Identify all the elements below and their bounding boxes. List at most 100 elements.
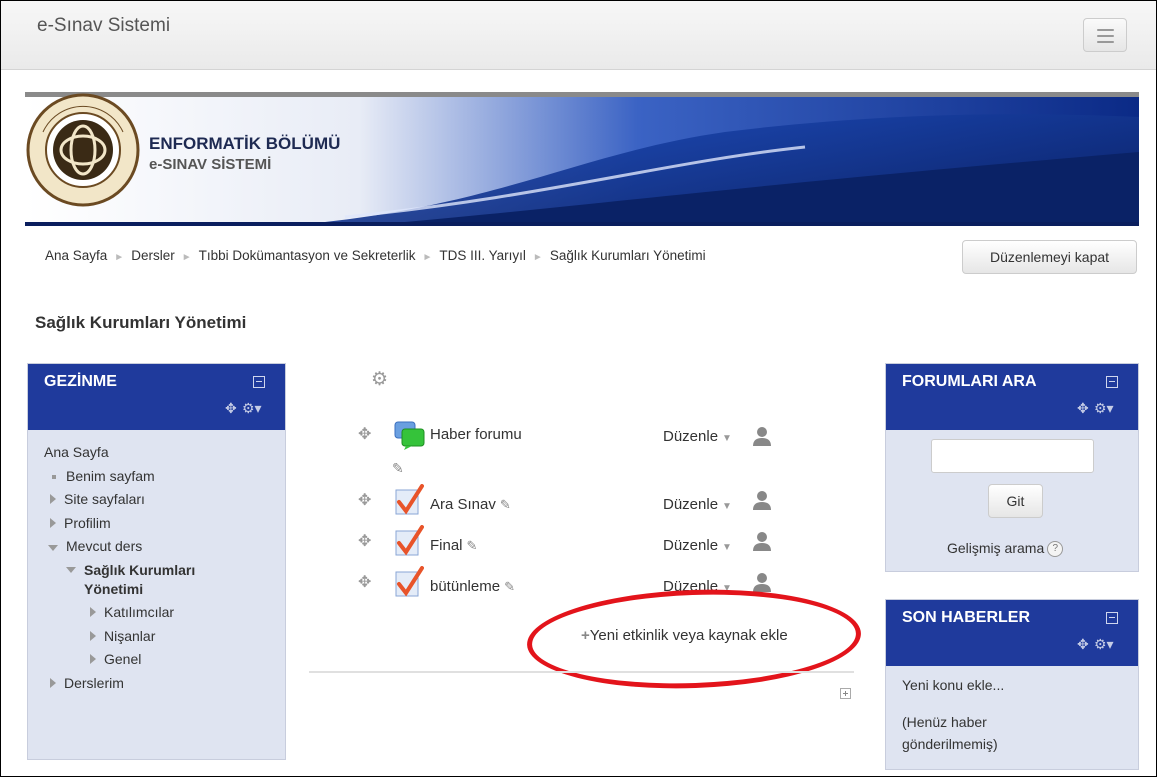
caret-down-icon: ▼ (722, 501, 732, 512)
activity-link[interactable]: bütünleme ✎ (430, 578, 515, 595)
nav-item-my-page[interactable]: Benim sayfam (44, 465, 224, 489)
forum-search-block-header: FORUMLARI ARA ✥ ⚙▾ (886, 364, 1138, 430)
block-settings-gear-icon[interactable]: ⚙▾ (242, 400, 262, 417)
breadcrumb-item[interactable]: Ana Sayfa (45, 248, 107, 263)
collapse-block-icon[interactable] (253, 376, 265, 388)
advanced-search-link[interactable]: Gelişmiş arama? (947, 540, 1064, 558)
help-question-icon[interactable]: ? (1047, 541, 1064, 558)
nav-item-site-pages[interactable]: Site sayfaları (44, 488, 224, 512)
edit-menu-label: Düzenle (663, 496, 719, 513)
forum-search-block-title: FORUMLARI ARA (902, 373, 1037, 390)
move-block-icon[interactable]: ✥ (1077, 636, 1089, 653)
quiz-checkmark-icon (395, 525, 424, 556)
hamburger-line (1097, 35, 1114, 37)
nav-item-general[interactable]: Genel (44, 648, 224, 672)
block-settings-gear-icon[interactable]: ⚙▾ (1094, 636, 1114, 653)
activity-name: Ara Sınav (430, 496, 496, 513)
nav-item-profile[interactable]: Profilim (44, 512, 224, 536)
caret-down-icon: ▼ (722, 433, 732, 444)
move-activity-icon[interactable]: ✥ (358, 424, 371, 444)
nav-item-course[interactable]: Sağlık Kurumları Yönetimi (44, 561, 224, 599)
nav-item-participants[interactable]: Katılımcılar (44, 601, 224, 625)
navigation-block-title: GEZİNME (44, 373, 117, 390)
menu-toggle-button[interactable] (1083, 18, 1127, 52)
hamburger-line (1097, 41, 1114, 43)
nav-item-label: Genel (104, 651, 142, 668)
edit-menu-label: Düzenle (663, 428, 719, 445)
breadcrumb-separator-icon: ► (181, 252, 192, 263)
nav-item-badges[interactable]: Nişanlar (44, 625, 224, 649)
breadcrumb-item[interactable]: Tıbbi Dokümantasyon ve Sekreterlik (199, 248, 416, 263)
breadcrumb-item[interactable]: TDS III. Yarıyıl (439, 248, 526, 263)
move-activity-icon[interactable]: ✥ (358, 572, 371, 592)
forum-search-block: FORUMLARI ARA ✥ ⚙▾ Git Gelişmiş arama? (885, 363, 1139, 572)
page-title: Sağlık Kurumları Yönetimi (35, 313, 247, 332)
expand-arrow-icon (50, 517, 56, 528)
search-go-button[interactable]: Git (988, 484, 1043, 518)
edit-title-pencil-icon[interactable]: ✎ (392, 460, 404, 477)
activity-link[interactable]: Haber forumu (430, 426, 522, 443)
activity-link[interactable]: Ara Sınav ✎ (430, 496, 511, 513)
nav-item-home[interactable]: Ana Sayfa (44, 441, 224, 465)
collapse-block-icon[interactable] (1106, 376, 1118, 388)
nav-item-current-course[interactable]: Mevcut ders (44, 535, 224, 559)
nav-item-label: Nişanlar (104, 627, 156, 644)
edit-title-pencil-icon[interactable]: ✎ (467, 538, 478, 553)
nav-item-label: Profilim (64, 514, 111, 531)
edit-title-pencil-icon[interactable]: ✎ (500, 497, 511, 512)
group-mode-person-icon[interactable] (751, 490, 773, 510)
nav-item-label: Mevcut ders (66, 538, 143, 555)
activity-name: bütünleme (430, 578, 501, 595)
edit-menu[interactable]: Düzenle ▼ (663, 537, 732, 554)
latest-news-block: SON HABERLER ✥ ⚙▾ Yeni konu ekle... (Hen… (885, 599, 1139, 770)
activity-link[interactable]: Final ✎ (430, 537, 477, 554)
breadcrumb-item[interactable]: Dersler (131, 248, 175, 263)
collapse-block-icon[interactable] (1106, 612, 1118, 624)
nav-item-label: Ana Sayfa (44, 444, 109, 460)
nav-item-my-courses[interactable]: Derslerim (44, 672, 224, 696)
group-mode-person-icon[interactable] (751, 572, 773, 592)
group-mode-person-icon[interactable] (751, 531, 773, 551)
section-settings-gear-icon[interactable]: ⚙ (371, 368, 388, 391)
caret-down-icon: ▼ (722, 542, 732, 553)
breadcrumb-separator-icon: ► (114, 252, 125, 263)
highlight-annotation-ellipse (525, 584, 863, 694)
navigation-block-header: GEZİNME ✥ ⚙▾ (28, 364, 285, 430)
edit-menu[interactable]: Düzenle ▼ (663, 428, 732, 445)
banner-org-name: ENFORMATİK BÖLÜMÜ (149, 134, 341, 153)
no-news-message: (Henüz haber gönderilmemiş) (902, 714, 998, 752)
edit-menu-label: Düzenle (663, 537, 719, 554)
turn-editing-off-button[interactable]: Düzenlemeyi kapat (962, 240, 1137, 274)
move-block-icon[interactable]: ✥ (1077, 400, 1089, 417)
advanced-search-label: Gelişmiş arama (947, 540, 1045, 556)
breadcrumb-item[interactable]: Sağlık Kurumları Yönetimi (550, 248, 706, 263)
nav-item-label: Benim sayfam (66, 467, 155, 484)
nav-item-label: Site sayfaları (64, 491, 145, 508)
nav-item-label: Katılımcılar (104, 603, 175, 620)
quiz-checkmark-icon (395, 484, 424, 515)
bullet-icon (52, 474, 56, 479)
group-mode-person-icon[interactable] (751, 426, 773, 446)
navigation-tree: Ana Sayfa Benim sayfam Site sayfaları Pr… (44, 441, 224, 695)
move-activity-icon[interactable]: ✥ (358, 490, 371, 510)
expand-arrow-icon (90, 654, 96, 665)
university-seal-logo (26, 93, 140, 207)
add-section-plus-icon[interactable] (840, 688, 851, 699)
edit-menu[interactable]: Düzenle ▼ (663, 496, 732, 513)
latest-news-block-title: SON HABERLER (902, 609, 1031, 626)
expand-arrow-icon (50, 677, 56, 688)
nav-item-label: Sağlık Kurumları Yönetimi (84, 561, 196, 597)
add-new-topic-link[interactable]: Yeni konu ekle... (902, 677, 1004, 693)
expand-arrow-icon (90, 630, 96, 641)
block-settings-gear-icon[interactable]: ⚙▾ (1094, 400, 1114, 417)
collapse-arrow-icon (48, 544, 58, 551)
activity-name: Final (430, 537, 463, 554)
move-block-icon[interactable]: ✥ (225, 400, 237, 417)
forum-search-input[interactable] (931, 439, 1094, 473)
edit-title-pencil-icon[interactable]: ✎ (504, 579, 515, 594)
latest-news-block-header: SON HABERLER ✥ ⚙▾ (886, 600, 1138, 666)
site-brand[interactable]: e-Sınav Sistemi (37, 15, 170, 37)
move-activity-icon[interactable]: ✥ (358, 531, 371, 551)
navigation-block: GEZİNME ✥ ⚙▾ Ana Sayfa Benim sayfam Site… (27, 363, 286, 760)
banner-org-subtitle: e-SINAV SİSTEMİ (149, 156, 272, 173)
